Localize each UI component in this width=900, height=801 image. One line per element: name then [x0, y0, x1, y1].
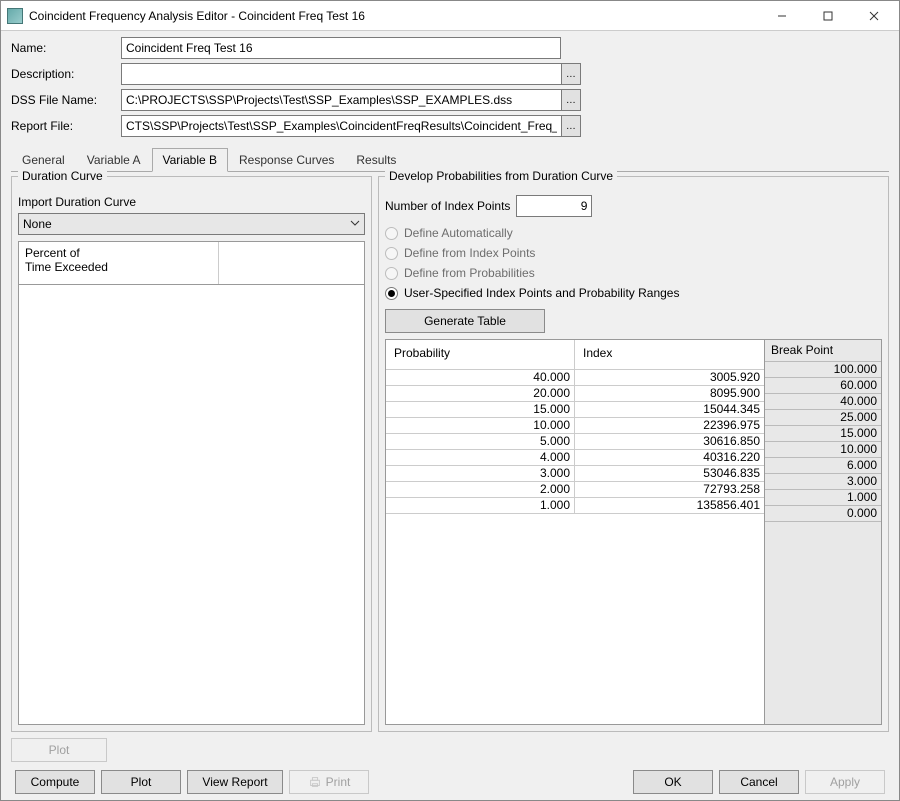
- table-row[interactable]: 1.000135856.401: [386, 498, 764, 514]
- table-row[interactable]: 2.00072793.258: [386, 482, 764, 498]
- maximize-button[interactable]: [805, 2, 851, 30]
- plot-button-disabled: Plot: [11, 738, 107, 762]
- table-row[interactable]: 15.00015044.345: [386, 402, 764, 418]
- breakpoint-row[interactable]: 3.000: [765, 474, 881, 490]
- breakpoint-table[interactable]: Break Point 100.00060.00040.00025.00015.…: [764, 339, 882, 725]
- dss-label: DSS File Name:: [11, 93, 121, 107]
- report-label: Report File:: [11, 119, 121, 133]
- table-row[interactable]: 10.00022396.975: [386, 418, 764, 434]
- report-browse-button[interactable]: …: [562, 115, 581, 137]
- percent-time-header: Percent of Time Exceeded: [19, 242, 219, 284]
- radio-define-from-probabilities[interactable]: Define from Probabilities: [385, 266, 882, 280]
- breakpoint-row[interactable]: 6.000: [765, 458, 881, 474]
- breakpoint-row[interactable]: 60.000: [765, 378, 881, 394]
- table-row[interactable]: 20.0008095.900: [386, 386, 764, 402]
- radio-define-automatically[interactable]: Define Automatically: [385, 226, 882, 240]
- duration-curve-legend: Duration Curve: [18, 169, 107, 183]
- radio-define-from-index-points[interactable]: Define from Index Points: [385, 246, 882, 260]
- description-input[interactable]: [121, 63, 562, 85]
- table-row[interactable]: 3.00053046.835: [386, 466, 764, 482]
- table-row[interactable]: 5.00030616.850: [386, 434, 764, 450]
- chevron-down-icon: [350, 217, 360, 231]
- num-index-label: Number of Index Points: [385, 199, 510, 213]
- duration-grid-body[interactable]: [18, 285, 365, 725]
- ok-button[interactable]: OK: [633, 770, 713, 794]
- name-label: Name:: [11, 41, 121, 55]
- import-duration-combo[interactable]: None: [18, 213, 365, 235]
- table-row[interactable]: 4.00040316.220: [386, 450, 764, 466]
- index-header: Index: [575, 340, 764, 369]
- breakpoint-row[interactable]: 25.000: [765, 410, 881, 426]
- radio-icon: [385, 267, 398, 280]
- breakpoint-row[interactable]: 1.000: [765, 490, 881, 506]
- description-label: Description:: [11, 67, 121, 81]
- import-duration-label: Import Duration Curve: [18, 195, 365, 209]
- print-icon: [308, 775, 322, 789]
- radio-icon: [385, 227, 398, 240]
- apply-button: Apply: [805, 770, 885, 794]
- develop-probabilities-legend: Develop Probabilities from Duration Curv…: [385, 169, 617, 183]
- radio-icon: [385, 287, 398, 300]
- cancel-button[interactable]: Cancel: [719, 770, 799, 794]
- duration-curve-group: Duration Curve Import Duration Curve Non…: [11, 176, 372, 732]
- report-input[interactable]: [121, 115, 562, 137]
- duration-grid-header: Percent of Time Exceeded: [18, 241, 365, 285]
- generate-table-button[interactable]: Generate Table: [385, 309, 545, 333]
- table-row[interactable]: 40.0003005.920: [386, 370, 764, 386]
- close-button[interactable]: [851, 2, 897, 30]
- num-index-input[interactable]: 9: [516, 195, 592, 217]
- develop-probabilities-group: Develop Probabilities from Duration Curv…: [378, 176, 889, 732]
- tab-variable-b[interactable]: Variable B: [152, 148, 228, 172]
- minimize-button[interactable]: [759, 2, 805, 30]
- breakpoint-row[interactable]: 40.000: [765, 394, 881, 410]
- view-report-button[interactable]: View Report: [187, 770, 283, 794]
- probability-header: Probability: [386, 340, 575, 369]
- radio-user-specified[interactable]: User-Specified Index Points and Probabil…: [385, 286, 882, 300]
- window-title: Coincident Frequency Analysis Editor - C…: [29, 9, 759, 23]
- prob-index-table[interactable]: Probability Index 40.0003005.92020.00080…: [385, 339, 765, 725]
- compute-button[interactable]: Compute: [15, 770, 95, 794]
- breakpoint-row[interactable]: 10.000: [765, 442, 881, 458]
- plot-button[interactable]: Plot: [101, 770, 181, 794]
- client-area: Name: Description: … DSS File Name: … Re…: [1, 31, 899, 800]
- breakpoint-row[interactable]: 15.000: [765, 426, 881, 442]
- window-root: Coincident Frequency Analysis Editor - C…: [0, 0, 900, 801]
- print-button: Print: [289, 770, 369, 794]
- dss-browse-button[interactable]: …: [562, 89, 581, 111]
- tab-response-curves[interactable]: Response Curves: [228, 148, 345, 172]
- combo-value: None: [23, 217, 52, 231]
- breakpoint-row[interactable]: 0.000: [765, 506, 881, 522]
- radio-icon: [385, 247, 398, 260]
- dss-input[interactable]: [121, 89, 562, 111]
- breakpoint-row[interactable]: 100.000: [765, 362, 881, 378]
- titlebar: Coincident Frequency Analysis Editor - C…: [1, 1, 899, 31]
- breakpoint-header: Break Point: [765, 340, 881, 362]
- description-browse-button[interactable]: …: [562, 63, 581, 85]
- name-input[interactable]: [121, 37, 561, 59]
- app-icon: [7, 8, 23, 24]
